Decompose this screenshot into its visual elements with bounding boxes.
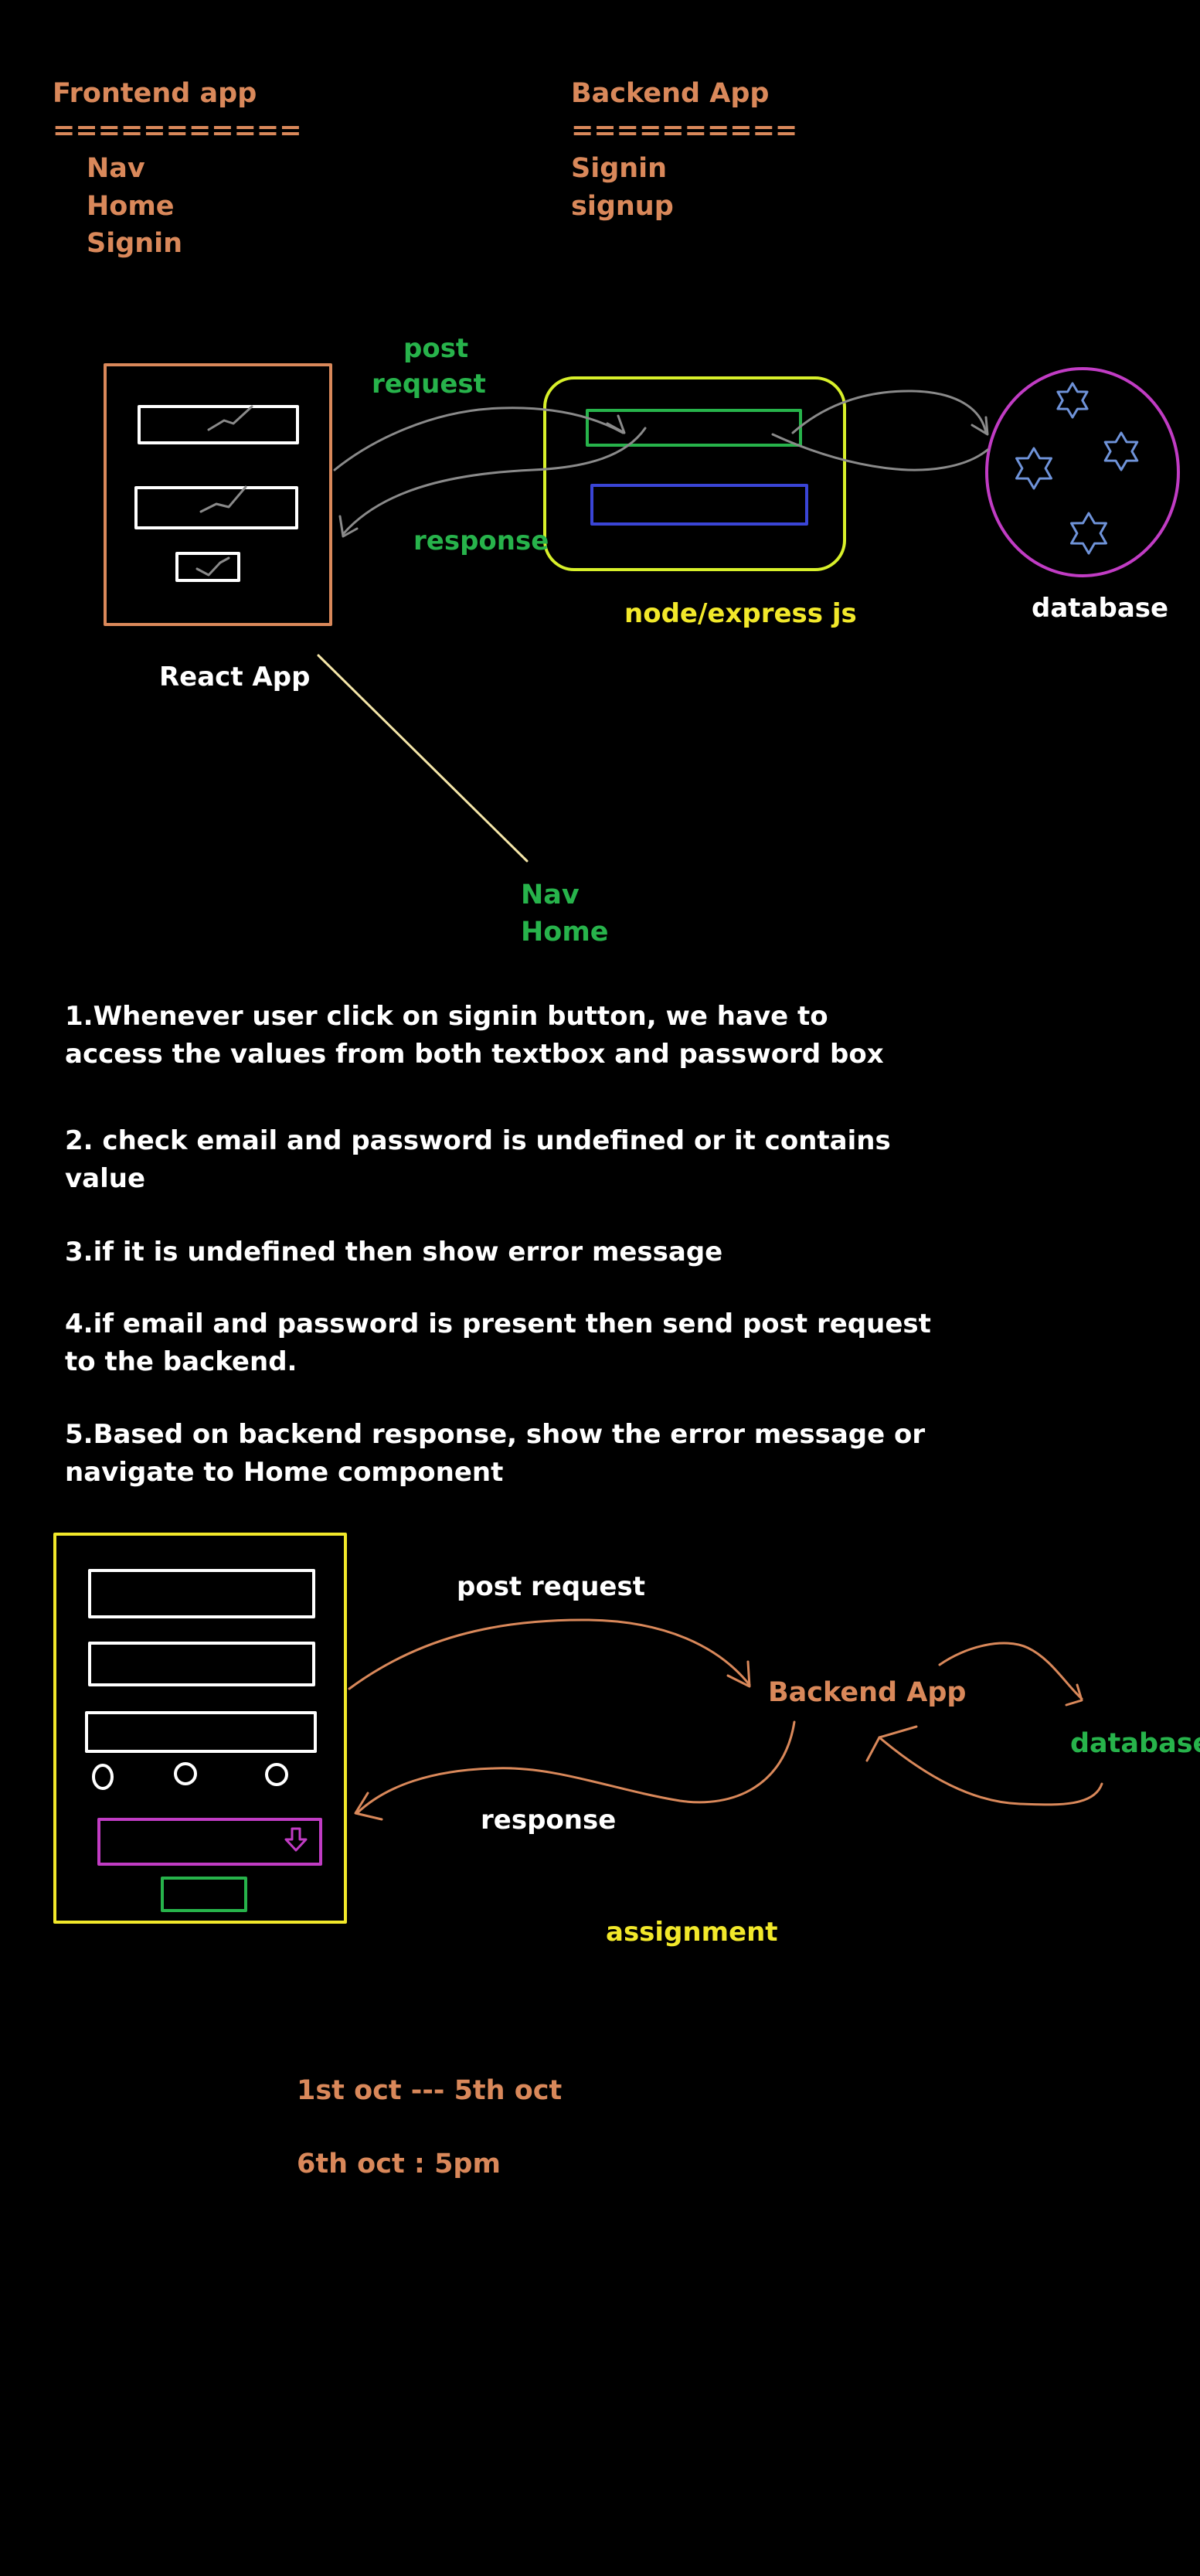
note-1: 1.Whenever user click on signin button, … xyxy=(65,1001,884,1070)
to-db-arrow xyxy=(791,390,988,434)
arrows-diagram-1 xyxy=(333,390,989,538)
assignment-label: assignment xyxy=(606,1917,778,1948)
react-input-2 xyxy=(134,486,298,529)
backend-app-label-2: Backend App xyxy=(768,1677,967,1708)
to-db-arrowhead-2 xyxy=(1065,1683,1083,1707)
form-radio-1 xyxy=(92,1764,114,1790)
form-radio-3 xyxy=(265,1763,288,1786)
frontend-item-nav: Nav xyxy=(87,153,145,184)
response-label-2: response xyxy=(481,1805,617,1836)
server-box xyxy=(543,376,846,571)
backend-item-signin: Signin xyxy=(571,153,668,184)
form-password-field xyxy=(88,1642,315,1686)
form-field-3 xyxy=(85,1711,317,1753)
form-radio-2 xyxy=(174,1762,197,1785)
nav-label: Nav xyxy=(521,880,580,910)
frontend-underline: =========== xyxy=(53,115,302,146)
backend-title: Backend App xyxy=(571,78,770,109)
star-icon-3 xyxy=(1015,447,1052,490)
response-arrow-2 xyxy=(355,1720,796,1815)
nav-connector-line xyxy=(317,654,529,863)
schedule-deadline: 6th oct : 5pm xyxy=(297,2149,501,2180)
post-request-label-2: post request xyxy=(457,1571,645,1602)
react-input-2-check xyxy=(199,485,247,513)
response-label: response xyxy=(413,526,549,556)
response-arrowhead xyxy=(338,515,359,538)
note-5: 5.Based on backend response, show the er… xyxy=(65,1419,926,1488)
arrows-diagram-2 xyxy=(348,1618,1103,1821)
signin-form-box xyxy=(53,1533,347,1924)
form-email-field xyxy=(88,1569,315,1618)
home-label: Home xyxy=(521,917,609,948)
database-label-2: database xyxy=(1070,1728,1200,1759)
database-label: database xyxy=(1032,593,1169,624)
schedule-dates: 1st oct --- 5th oct xyxy=(297,2075,563,2106)
server-label: node/express js xyxy=(624,598,857,629)
note-4: 4.if email and password is present then … xyxy=(65,1308,931,1377)
backend-item-signup: signup xyxy=(571,191,674,222)
note-3: 3.if it is undefined then show error mes… xyxy=(65,1237,723,1268)
form-submit-button xyxy=(161,1877,247,1912)
frontend-title: Frontend app xyxy=(53,78,257,109)
post-request-arrow-2 xyxy=(348,1618,751,1690)
from-db-arrow xyxy=(771,433,989,471)
note-2: 2. check email and password is undefined… xyxy=(65,1125,891,1194)
post-label-line1: post xyxy=(403,333,469,364)
star-icon-4 xyxy=(1070,512,1107,555)
post-request-arrow xyxy=(333,407,624,471)
react-input-1-check xyxy=(207,405,253,431)
react-button-check xyxy=(195,556,230,577)
react-app-label: React App xyxy=(159,662,311,692)
database-stars xyxy=(1015,382,1139,555)
post-label-line2: request xyxy=(372,369,486,400)
star-icon-1 xyxy=(1056,382,1089,419)
star-icon-2 xyxy=(1103,431,1139,471)
react-app-box xyxy=(104,363,332,626)
from-db-arrow-2 xyxy=(878,1736,1103,1806)
dropdown-arrow-icon xyxy=(284,1827,308,1852)
backend-underline: ========== xyxy=(571,115,798,146)
frontend-item-signin: Signin xyxy=(87,228,183,259)
from-db-arrowhead-2 xyxy=(865,1725,918,1762)
server-route-2 xyxy=(590,484,808,526)
frontend-item-home: Home xyxy=(87,191,175,222)
whiteboard-canvas xyxy=(53,363,1180,1924)
